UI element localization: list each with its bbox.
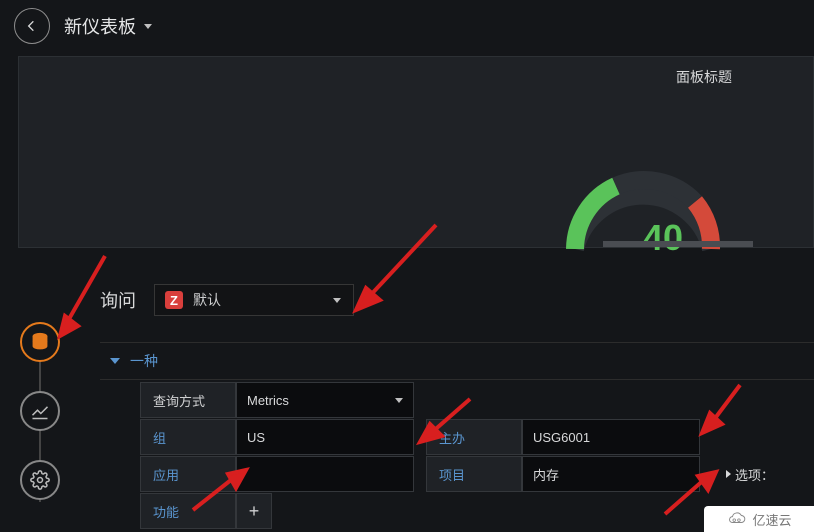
application-label[interactable]: 应用 [140,456,236,492]
options-toggle[interactable]: 选项： [712,456,814,492]
tab-queries[interactable] [20,322,60,362]
query-mode-select[interactable]: Metrics [236,382,414,418]
query-mode-value: Metrics [247,393,289,408]
watermark: 亿速云 [704,506,814,532]
group-input[interactable]: US [236,419,414,455]
query-header: 询问 Z 默认 [100,284,354,316]
dashboard-title-dropdown[interactable]: 新仪表板 [64,13,152,39]
scrollbar-thumb[interactable] [603,241,753,247]
watermark-text: 亿速云 [752,510,791,529]
options-label: 选项： [735,465,774,484]
caret-down-icon [333,298,341,303]
host-input[interactable]: USG6001 [522,419,700,455]
panel-title[interactable]: 面板标题 [676,67,732,87]
cloud-logo-icon [726,512,746,526]
query-row-label: 一种 [130,351,158,371]
gear-icon [30,470,50,490]
caret-down-icon [144,24,152,29]
tab-visualization[interactable] [20,391,60,431]
query-editor: 一种 查询方式 Metrics 组 US 主办 USG6001 应用 项目 内存… [100,342,814,529]
host-label[interactable]: 主办 [426,419,522,455]
dashboard-title-text: 新仪表板 [64,13,136,39]
item-input[interactable]: 内存 [522,456,700,492]
panel-preview: 面板标题 40 [18,56,814,248]
triangle-right-icon [726,470,731,478]
chart-icon [30,401,50,421]
datasource-select[interactable]: Z 默认 [154,284,354,316]
group-label[interactable]: 组 [140,419,236,455]
item-label[interactable]: 项目 [426,456,522,492]
database-icon [30,332,50,352]
caret-down-icon [395,398,403,403]
application-input[interactable] [236,456,414,492]
tab-general[interactable] [20,460,60,500]
functions-label[interactable]: 功能 [140,493,236,529]
top-bar: 新仪表板 [0,0,814,52]
back-button[interactable] [14,8,50,44]
query-mode-label: 查询方式 [140,382,236,418]
gauge-value: 40 [643,217,683,259]
datasource-label: 默认 [193,290,221,310]
arrow-left-icon [24,18,40,34]
add-function-button[interactable]: + [236,493,272,529]
chevron-down-icon [110,358,120,364]
query-section-title: 询问 [100,287,136,313]
query-row-toggle[interactable]: 一种 [100,342,814,380]
zabbix-badge-icon: Z [165,291,183,309]
